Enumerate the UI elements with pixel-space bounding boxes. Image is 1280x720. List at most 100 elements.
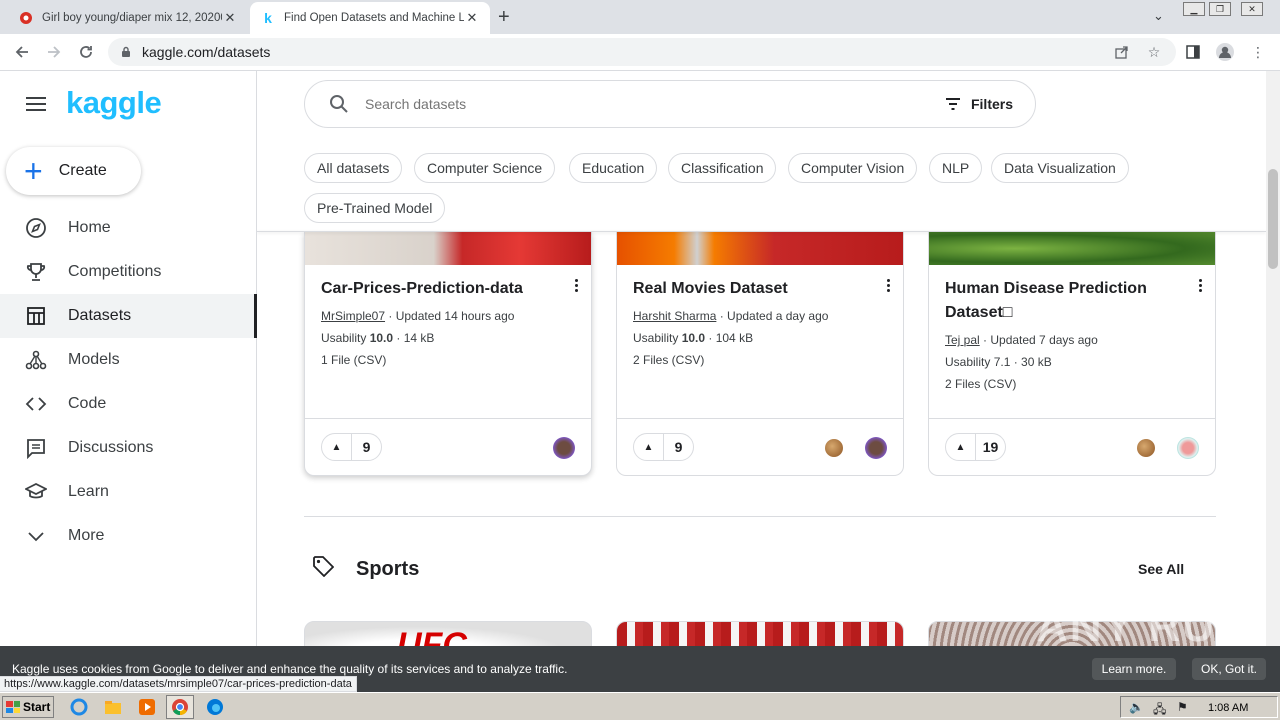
more-vert-icon[interactable] bbox=[887, 279, 891, 294]
filters-button[interactable]: Filters bbox=[945, 96, 1013, 112]
models-icon bbox=[24, 348, 48, 372]
forward-button[interactable] bbox=[42, 40, 66, 64]
usability-score: 7.1 bbox=[993, 355, 1011, 369]
chevron-down-icon bbox=[24, 524, 48, 548]
create-button[interactable]: + Create bbox=[6, 147, 141, 195]
avatar[interactable] bbox=[553, 437, 575, 459]
start-button[interactable]: Start bbox=[2, 696, 54, 718]
back-button[interactable] bbox=[10, 40, 34, 64]
close-icon[interactable]: ✕ bbox=[464, 10, 480, 26]
search-bar: Filters bbox=[304, 80, 1036, 128]
folder-icon[interactable] bbox=[104, 698, 122, 716]
chip-pre-trained-model[interactable]: Pre-Trained Model bbox=[304, 193, 446, 223]
page-scrollbar[interactable] bbox=[1266, 71, 1280, 646]
dataset-thumbnail[interactable] bbox=[616, 621, 904, 646]
chip-computer-science[interactable]: Computer Science bbox=[414, 153, 556, 183]
vote-count: 19 bbox=[982, 439, 999, 455]
minimize-button[interactable]: ▁ bbox=[1183, 2, 1205, 16]
dataset-files: 2 Files (CSV) bbox=[633, 353, 705, 367]
dataset-thumbnail[interactable]: UFC bbox=[304, 621, 592, 646]
upvote-button[interactable]: ▲ 9 bbox=[321, 433, 382, 461]
upvote-button[interactable]: ▲ 19 bbox=[945, 433, 1006, 461]
sidebar-item-learn[interactable]: Learn bbox=[0, 470, 257, 514]
dataset-title[interactable]: Car-Prices-Prediction-data bbox=[321, 277, 561, 301]
browser-tab-inactive[interactable]: Girl boy young/diaper mix 12, 20200 ✕ bbox=[8, 2, 248, 34]
side-panel-icon[interactable] bbox=[1183, 42, 1203, 62]
upvote-arrow-icon: ▲ bbox=[322, 434, 352, 460]
close-icon[interactable]: ✕ bbox=[222, 10, 238, 26]
sidebar-item-home[interactable]: Home bbox=[0, 206, 257, 250]
window-close-button[interactable]: ✕ bbox=[1241, 2, 1263, 16]
code-icon bbox=[24, 392, 48, 416]
see-all-link[interactable]: See All bbox=[1138, 561, 1184, 577]
chip-data-visualization[interactable]: Data Visualization bbox=[991, 153, 1129, 183]
ie-icon[interactable] bbox=[70, 698, 88, 716]
dataset-owner[interactable]: Tej pal bbox=[945, 333, 980, 347]
chip-education[interactable]: Education bbox=[569, 153, 658, 183]
chip-computer-vision[interactable]: Computer Vision bbox=[788, 153, 918, 183]
edge-icon[interactable] bbox=[206, 698, 224, 716]
vote-count: 9 bbox=[362, 439, 371, 455]
dataset-size: · 104 kB bbox=[705, 331, 754, 345]
sidebar-item-discussions[interactable]: Discussions bbox=[0, 426, 257, 470]
bookmark-star-icon[interactable]: ☆ bbox=[1144, 42, 1164, 62]
new-tab-button[interactable]: + bbox=[498, 6, 510, 29]
chrome-taskbar-button[interactable] bbox=[166, 695, 194, 719]
cookie-message: Kaggle uses cookies from Google to deliv… bbox=[12, 662, 568, 676]
window-controls: ▁ ❐ ✕ bbox=[1183, 2, 1263, 16]
profile-avatar-icon[interactable] bbox=[1215, 42, 1235, 62]
dataset-size: · 14 kB bbox=[393, 331, 435, 345]
browser-tab-active[interactable]: k Find Open Datasets and Machine Le ✕ bbox=[250, 2, 490, 34]
more-vert-icon[interactable] bbox=[575, 279, 579, 294]
kaggle-logo[interactable]: kaggle bbox=[66, 85, 162, 121]
scrollbar-thumb[interactable] bbox=[1268, 169, 1278, 269]
usability-label: Usability bbox=[321, 331, 370, 345]
dataset-card[interactable]: Car-Prices-Prediction-data MrSimple07 · … bbox=[304, 232, 592, 476]
ok-got-it-button[interactable]: OK, Got it. bbox=[1192, 658, 1266, 680]
sidebar-item-label: Models bbox=[68, 351, 120, 368]
sidebar-item-label: Datasets bbox=[68, 307, 132, 324]
network-icon[interactable]: 🖧 bbox=[1153, 700, 1166, 720]
sidebar-item-more[interactable]: More bbox=[0, 514, 257, 558]
flag-icon[interactable]: ⚑ bbox=[1177, 700, 1188, 714]
dataset-thumbnail bbox=[929, 232, 1215, 265]
learn-more-button[interactable]: Learn more. bbox=[1092, 658, 1176, 680]
dataset-title[interactable]: Real Movies Dataset bbox=[633, 277, 873, 301]
hamburger-menu-icon[interactable] bbox=[26, 97, 46, 111]
sidebar-item-models[interactable]: Models bbox=[0, 338, 257, 382]
more-vert-icon[interactable] bbox=[1199, 279, 1203, 294]
sidebar-item-competitions[interactable]: Competitions bbox=[0, 250, 257, 294]
media-player-icon[interactable] bbox=[138, 698, 156, 716]
avatar[interactable] bbox=[1137, 439, 1155, 457]
url-bar[interactable]: kaggle.com/datasets bbox=[108, 38, 1176, 66]
avatar[interactable] bbox=[865, 437, 887, 459]
reload-button[interactable] bbox=[74, 40, 98, 64]
volume-icon[interactable]: 🔈 bbox=[1129, 700, 1144, 714]
search-input[interactable] bbox=[365, 96, 945, 112]
svg-text:UFC: UFC bbox=[397, 626, 467, 646]
avatar[interactable] bbox=[825, 439, 843, 457]
dataset-card[interactable]: Real Movies Dataset Harshit Sharma · Upd… bbox=[616, 232, 904, 476]
dataset-owner[interactable]: MrSimple07 bbox=[321, 309, 385, 323]
avatar[interactable] bbox=[1177, 437, 1199, 459]
share-icon[interactable] bbox=[1112, 42, 1132, 62]
header-divider bbox=[257, 231, 1266, 232]
main-content: Car-Prices-Prediction-data MrSimple07 · … bbox=[257, 71, 1266, 646]
tab-title: Find Open Datasets and Machine Le bbox=[284, 12, 464, 24]
sidebar-item-code[interactable]: Code bbox=[0, 382, 257, 426]
sidebar-item-label: More bbox=[68, 527, 105, 544]
chip-nlp[interactable]: NLP bbox=[929, 153, 983, 183]
chip-classification[interactable]: Classification bbox=[668, 153, 777, 183]
dataset-owner[interactable]: Harshit Sharma bbox=[633, 309, 716, 323]
start-label: Start bbox=[23, 700, 51, 714]
restore-button[interactable]: ❐ bbox=[1209, 2, 1231, 16]
tab-search-chevron-icon[interactable]: ⌄ bbox=[1153, 8, 1164, 24]
browser-menu-icon[interactable]: ⋮ bbox=[1248, 42, 1268, 62]
sidebar-item-datasets[interactable]: Datasets bbox=[0, 294, 257, 338]
dataset-files: 1 File (CSV) bbox=[321, 353, 387, 367]
dataset-size: · 30 kB bbox=[1010, 355, 1052, 369]
dataset-title[interactable]: Human Disease Prediction Dataset□ bbox=[945, 277, 1185, 325]
upvote-button[interactable]: ▲ 9 bbox=[633, 433, 694, 461]
chip-all-datasets[interactable]: All datasets bbox=[304, 153, 403, 183]
dataset-card[interactable]: Human Disease Prediction Dataset□ Tej pa… bbox=[928, 232, 1216, 476]
